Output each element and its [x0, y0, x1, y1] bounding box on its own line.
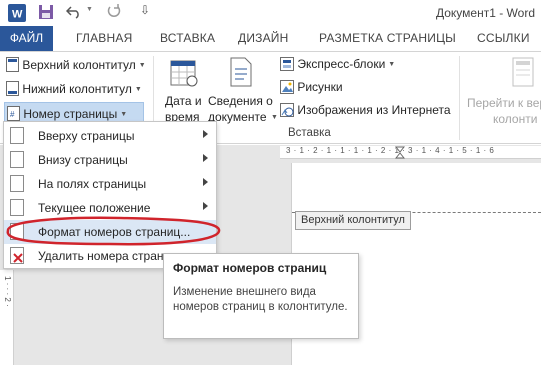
header-tag: Верхний колонтитул	[295, 211, 411, 230]
submenu-arrow-icon	[203, 154, 208, 162]
undo-dropdown-icon[interactable]: ▼	[86, 6, 93, 13]
submenu-arrow-icon	[203, 202, 208, 210]
tab-page-layout[interactable]: РАЗМЕТКА СТРАНИЦЫ	[319, 31, 456, 45]
horizontal-ruler[interactable]: 3 · 1 · 2 · 1 · 1 · 1 · 1 · 2 · 1 · 3 · …	[280, 146, 541, 159]
page-number-icon: #	[7, 106, 20, 121]
chevron-down-icon: ▼	[388, 61, 396, 68]
menu-item-bottom-of-page[interactable]: Внизу страницы	[4, 148, 216, 172]
undo-icon[interactable]	[66, 5, 82, 19]
tooltip-title: Формат номеров страниц	[173, 261, 327, 275]
menu-item-page-margins[interactable]: На полях страницы	[4, 172, 216, 196]
document-info-button[interactable]: Сведения о документе ▼	[206, 55, 278, 129]
goto-header-label-2: колонти	[493, 112, 538, 126]
online-pictures-label: Изображения из Интернета	[297, 103, 451, 117]
menu-item-label: На полях страницы	[38, 177, 147, 191]
header-label: Верхний колонтитул	[22, 58, 136, 72]
chevron-down-icon: ▼	[120, 111, 128, 118]
word-icon[interactable]: W	[8, 4, 26, 22]
chevron-down-icon: ▼	[134, 86, 142, 93]
goto-header-label-1: Перейти к верх	[467, 96, 541, 110]
indent-marker-icon[interactable]	[395, 146, 405, 159]
title-bar: W ▼ ⇩ Документ1 - Word	[0, 0, 541, 26]
quick-parts-button[interactable]: Экспресс-блоки ▼	[280, 57, 395, 71]
tooltip: Формат номеров страниц Изменение внешнег…	[163, 253, 359, 339]
svg-text:W: W	[12, 9, 23, 21]
window-title: Документ1 - Word	[435, 6, 535, 20]
quick-parts-icon	[280, 57, 294, 71]
submenu-arrow-icon	[203, 178, 208, 186]
tab-insert[interactable]: ВСТАВКА	[160, 31, 215, 45]
current-position-icon	[10, 199, 24, 216]
menu-item-format-page-numbers[interactable]: Формат номеров страниц...	[4, 220, 216, 244]
insert-group-label: Вставка	[288, 127, 331, 139]
svg-text:#: #	[10, 110, 15, 119]
save-icon[interactable]	[38, 4, 54, 20]
page-number-menu: Вверху страницы Внизу страницы На полях …	[3, 121, 217, 269]
tab-home[interactable]: ГЛАВНАЯ	[76, 31, 132, 45]
header-button[interactable]: Верхний колонтитул ▼	[6, 57, 146, 72]
format-page-numbers-icon	[10, 223, 24, 240]
datetime-label-1: Дата и	[165, 94, 202, 108]
pictures-button[interactable]: Рисунки	[280, 80, 343, 94]
redo-icon[interactable]	[106, 3, 122, 19]
remove-page-numbers-icon	[10, 247, 24, 264]
page-top-icon	[10, 127, 24, 144]
header-icon	[6, 57, 19, 72]
group-separator	[459, 56, 460, 140]
menu-item-top-of-page[interactable]: Вверху страницы	[4, 124, 216, 148]
calendar-icon	[170, 60, 198, 87]
menu-item-label: Удалить номера страниц	[38, 249, 178, 263]
menu-item-current-position[interactable]: Текущее положение	[4, 196, 216, 220]
vertical-ruler-marks: 1 · · · 2 ·	[3, 276, 12, 307]
page-margins-icon	[10, 175, 24, 192]
footer-label: Нижний колонтитул	[22, 82, 132, 96]
menu-item-label: Вверху страницы	[38, 129, 135, 143]
tab-references[interactable]: ССЫЛКИ	[477, 31, 530, 45]
menu-item-label: Формат номеров страниц...	[38, 225, 191, 239]
pictures-label: Рисунки	[297, 80, 343, 94]
tab-design[interactable]: ДИЗАЙН	[238, 31, 289, 45]
vertical-ruler[interactable]: 1 · · · 2 ·	[0, 270, 14, 365]
submenu-arrow-icon	[203, 130, 208, 138]
chevron-down-icon: ▼	[271, 114, 278, 121]
footer-icon	[6, 81, 19, 96]
tab-file[interactable]: ФАЙЛ	[0, 26, 53, 51]
customize-toolbar-icon[interactable]: ⇩	[140, 3, 150, 17]
chevron-down-icon: ▼	[138, 62, 146, 69]
online-pictures-button[interactable]: Изображения из Интернета	[280, 103, 451, 117]
pictures-icon	[280, 80, 294, 94]
page-bottom-icon	[10, 151, 24, 168]
page-number-button[interactable]: # Номер страницы ▼	[4, 102, 144, 123]
page-number-label: Номер страницы	[23, 107, 118, 121]
online-pictures-icon	[280, 103, 294, 117]
ruler-marks: 3 · 1 · 2 · 1 · 1 · 1 · 1 · 2 · 1 · 3 · …	[286, 146, 495, 155]
ribbon-tabs: ФАЙЛ ГЛАВНАЯ ВСТАВКА ДИЗАЙН РАЗМЕТКА СТР…	[0, 26, 541, 51]
document-info-label-1: Сведения о	[208, 94, 273, 108]
menu-item-label: Текущее положение	[38, 201, 151, 215]
goto-header-icon	[512, 57, 534, 87]
datetime-button[interactable]: Дата и время	[162, 55, 206, 129]
footer-button[interactable]: Нижний колонтитул ▼	[6, 81, 142, 96]
menu-item-label: Внизу страницы	[38, 153, 128, 167]
tooltip-body: Изменение внешнего вида номеров страниц …	[173, 286, 348, 313]
quick-parts-label: Экспресс-блоки	[297, 57, 386, 71]
document-info-icon	[230, 57, 252, 87]
goto-header-button[interactable]: Перейти к верх колонти	[463, 55, 541, 129]
